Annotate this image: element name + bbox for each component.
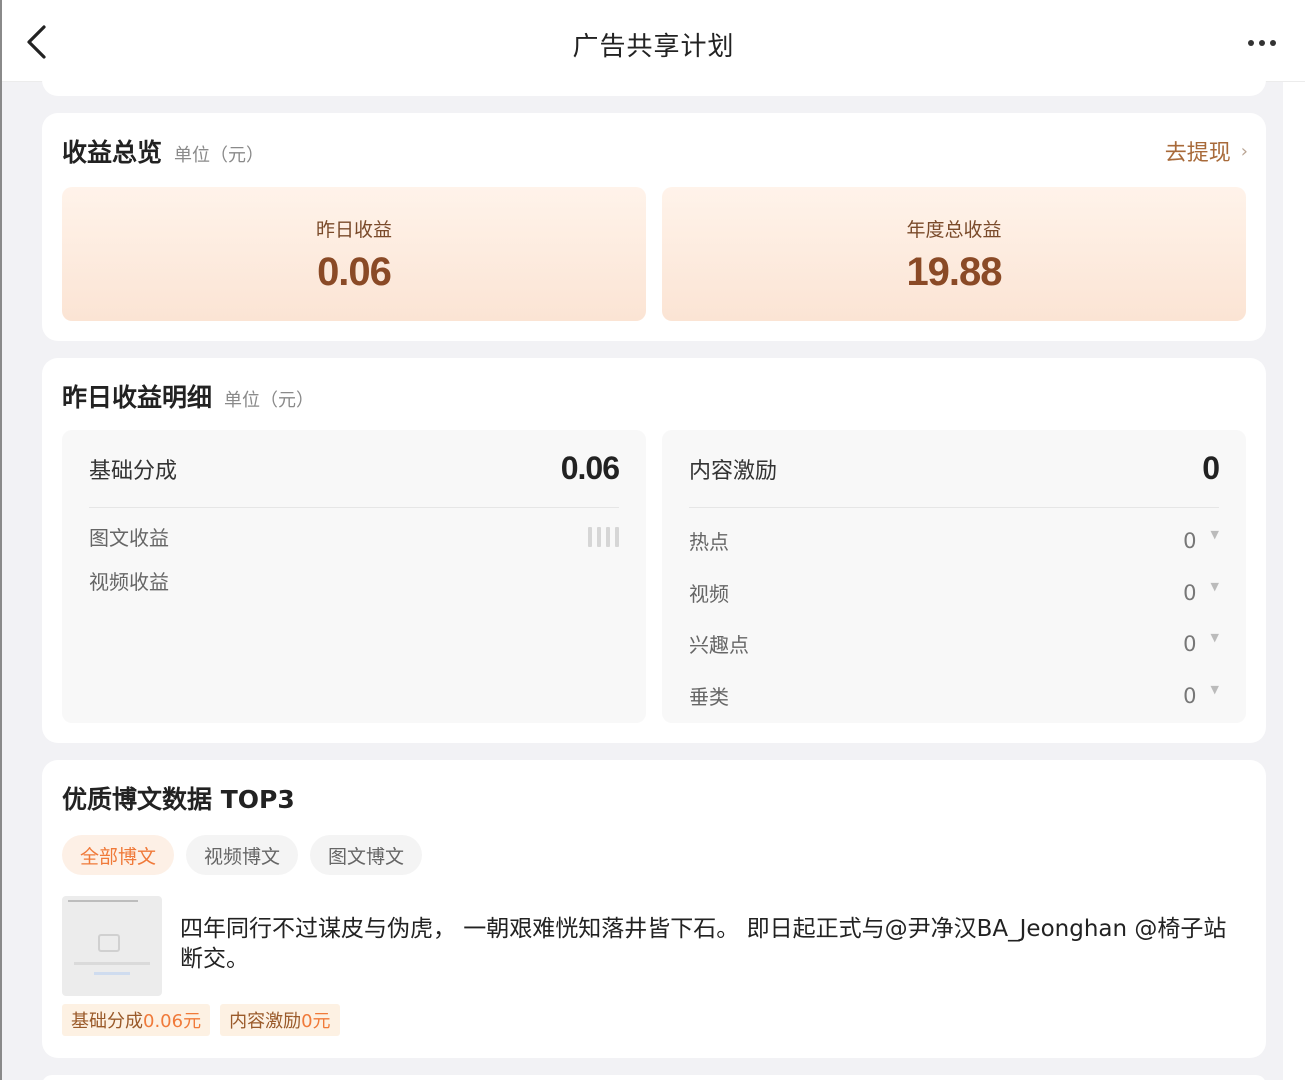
more-dot-icon xyxy=(1248,40,1254,46)
detail-title: 昨日收益明细 xyxy=(62,383,213,412)
chevron-right-icon: › xyxy=(1240,140,1248,162)
window-right-margin xyxy=(1283,80,1305,1080)
hidden-value-placeholder xyxy=(588,526,619,547)
annual-earnings-label: 年度总收益 xyxy=(906,219,1002,241)
tab-image-text-posts[interactable]: 图文博文 xyxy=(310,835,423,875)
badge-value: 0.06元 xyxy=(143,1011,202,1032)
incentive-row-video[interactable]: 视频 0 ▼ xyxy=(689,578,1219,607)
image-placeholder-icon xyxy=(98,934,120,952)
hot-label: 热点 xyxy=(689,530,729,554)
window-left-edge xyxy=(0,0,2,1080)
page-title: 广告共享计划 xyxy=(572,32,735,62)
caret-down-icon: ▼ xyxy=(1210,631,1219,644)
content-incentive-badge: 内容激励 0元 xyxy=(220,1004,340,1036)
post-thumbnail xyxy=(62,896,162,996)
next-card xyxy=(42,1075,1266,1080)
top3-title: 优质博文数据 TOP3 xyxy=(62,785,295,814)
annual-earnings-box: 年度总收益 19.88 xyxy=(662,187,1246,321)
badge-label: 内容激励 xyxy=(229,1011,302,1032)
post-text: 四年同行不过谋皮与伪虎， 一朝艰难恍知落井皆下石。 即日起正式与@尹净汉BA_J… xyxy=(180,916,1227,972)
more-dot-icon xyxy=(1259,40,1265,46)
post-filter-tabs: 全部博文 视频博文 图文博文 xyxy=(62,835,423,875)
content-incentive-header: 内容激励 0 xyxy=(689,430,1220,508)
annual-earnings-value: 19.88 xyxy=(906,250,1002,294)
detail-unit: 单位（元） xyxy=(224,390,315,411)
incentive-row-interest[interactable]: 兴趣点 0 ▼ xyxy=(689,629,1219,658)
top-posts-card: 优质博文数据 TOP3 全部博文 视频博文 图文博文 四年同行不过谋皮与伪虎， … xyxy=(42,760,1266,1058)
content-incentive-panel: 内容激励 0 热点 0 ▼ 视频 0 ▼ 兴趣点 0 ▼ 垂类 0 ▼ xyxy=(662,430,1246,723)
earnings-overview-card: 收益总览 单位（元） 去提现 › 昨日收益 0.06 年度总收益 19.88 xyxy=(42,113,1266,341)
video-label: 视频 xyxy=(689,582,729,606)
badge-value: 0元 xyxy=(301,1011,331,1032)
content-incentive-label: 内容激励 xyxy=(689,458,778,484)
tab-video-posts[interactable]: 视频博文 xyxy=(186,835,299,875)
interest-value: 0 xyxy=(1183,631,1197,656)
withdraw-link[interactable]: 去提现 › xyxy=(1165,135,1248,167)
badge-label: 基础分成 xyxy=(71,1011,143,1032)
vertical-label: 垂类 xyxy=(689,685,729,709)
overview-unit: 单位（元） xyxy=(174,145,265,166)
list-item: 视频收益 xyxy=(89,566,619,595)
yesterday-detail-card: 昨日收益明细 单位（元） 基础分成 0.06 图文收益 视频收益 内容激励 0 … xyxy=(42,358,1266,743)
incentive-row-hot[interactable]: 热点 0 ▼ xyxy=(689,526,1219,555)
more-dot-icon xyxy=(1270,40,1276,46)
yesterday-earnings-label: 昨日收益 xyxy=(315,219,392,241)
previous-card xyxy=(42,60,1266,96)
yesterday-earnings-box: 昨日收益 0.06 xyxy=(62,187,646,321)
content-incentive-value: 0 xyxy=(1202,450,1220,486)
more-options-button[interactable] xyxy=(1240,30,1284,56)
caret-down-icon: ▼ xyxy=(1210,580,1219,593)
caret-down-icon: ▼ xyxy=(1210,683,1219,696)
yesterday-earnings-value: 0.06 xyxy=(317,250,392,294)
base-share-label: 基础分成 xyxy=(89,458,178,484)
detail-heading: 昨日收益明细 单位（元） xyxy=(62,378,314,414)
base-share-badge: 基础分成 0.06元 xyxy=(62,1004,211,1036)
overview-heading: 收益总览 单位（元） xyxy=(62,133,264,169)
incentive-row-vertical[interactable]: 垂类 0 ▼ xyxy=(689,681,1219,710)
interest-label: 兴趣点 xyxy=(689,633,749,657)
base-share-panel: 基础分成 0.06 图文收益 视频收益 xyxy=(62,430,646,723)
caret-down-icon: ▼ xyxy=(1210,528,1219,541)
vertical-value: 0 xyxy=(1183,683,1197,708)
image-text-earnings-label: 图文收益 xyxy=(89,526,169,550)
list-item: 图文收益 xyxy=(89,522,619,551)
withdraw-label: 去提现 xyxy=(1164,141,1231,166)
base-share-value: 0.06 xyxy=(560,450,620,486)
video-earnings-label: 视频收益 xyxy=(89,570,169,594)
post-item[interactable]: 四年同行不过谋皮与伪虎， 一朝艰难恍知落井皆下石。 即日起正式与@尹净汉BA_J… xyxy=(62,896,1246,996)
tab-all-posts[interactable]: 全部博文 xyxy=(62,835,175,875)
top3-heading: 优质博文数据 TOP3 xyxy=(62,780,295,816)
video-value: 0 xyxy=(1183,580,1197,605)
hot-value: 0 xyxy=(1183,528,1197,553)
base-share-header: 基础分成 0.06 xyxy=(89,430,620,508)
overview-title: 收益总览 xyxy=(62,138,163,167)
post-stats: 基础分成 0.06元 内容激励 0元 xyxy=(62,1004,340,1036)
